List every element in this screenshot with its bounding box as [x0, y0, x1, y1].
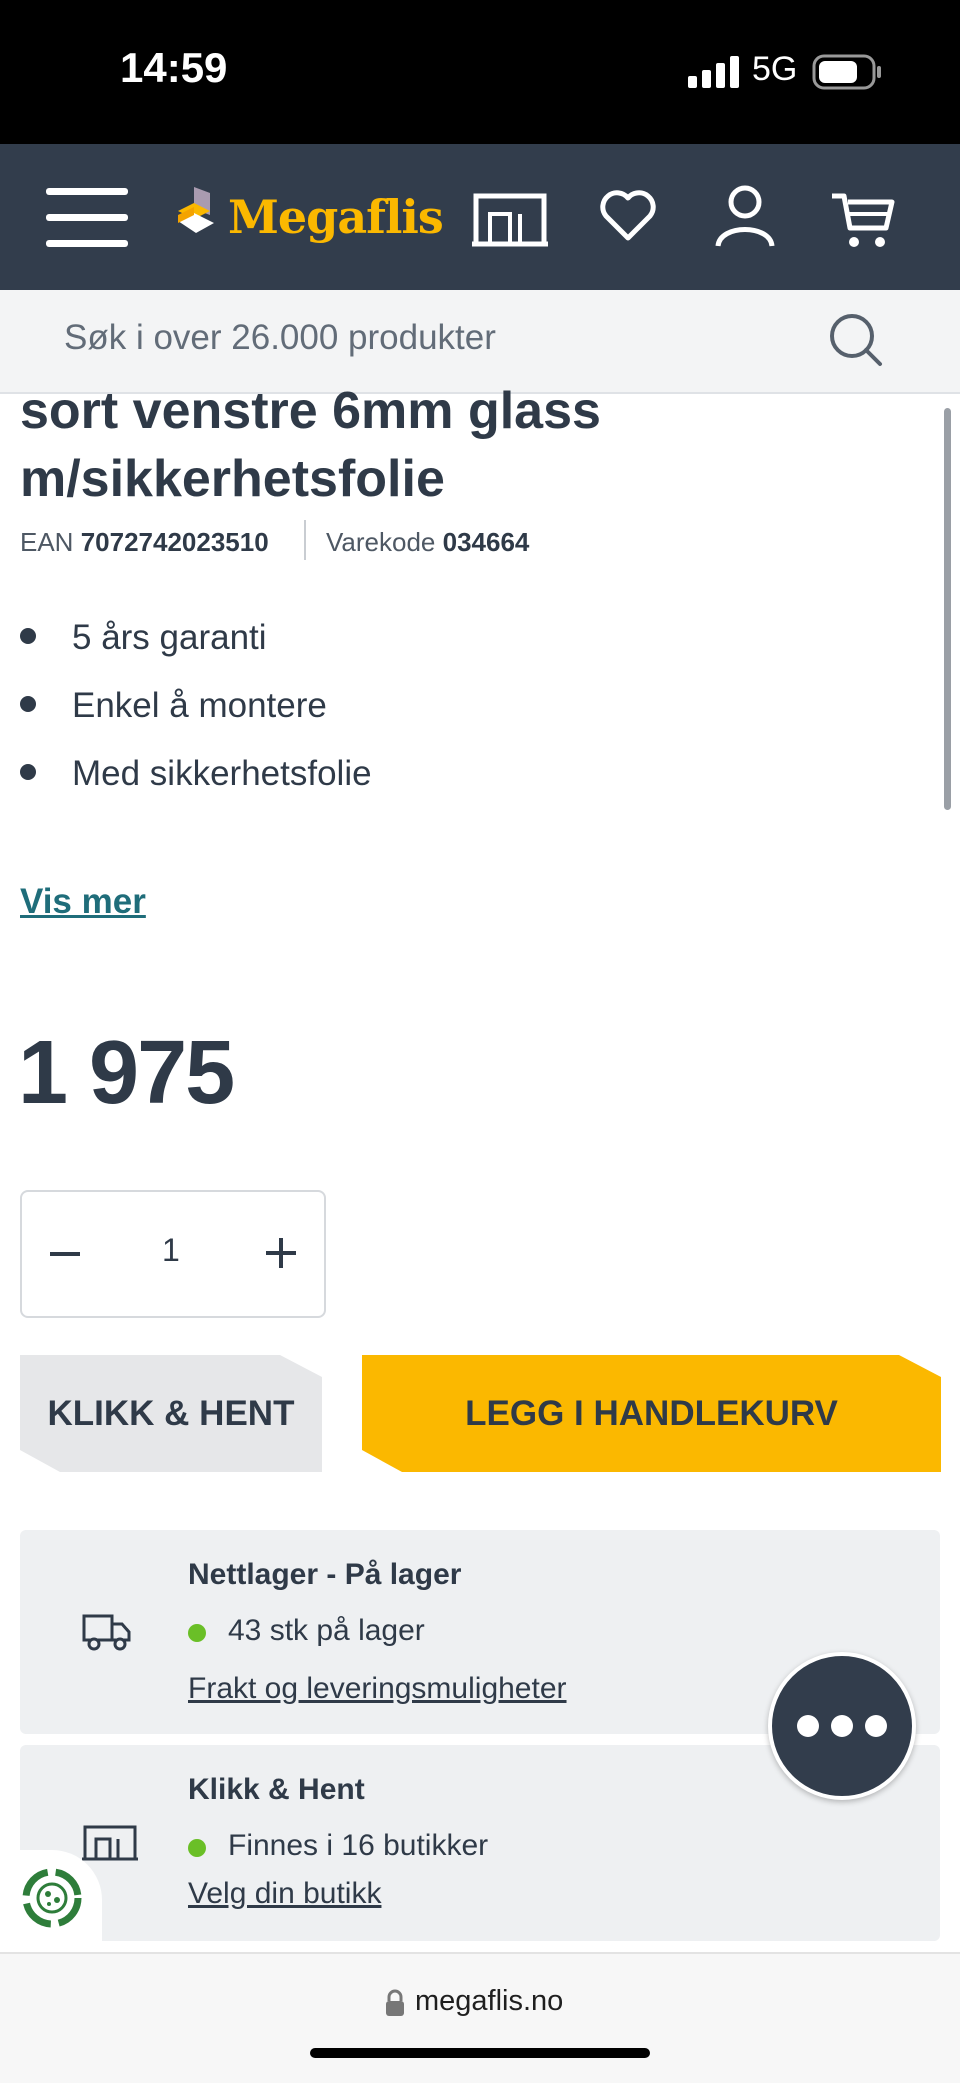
store-icon[interactable] — [472, 190, 548, 248]
battery-icon — [812, 54, 881, 90]
product-title-line-1: sort venstre 6mm glass — [20, 382, 601, 440]
home-indicator[interactable] — [310, 2048, 650, 2058]
eco-badge[interactable] — [0, 1850, 102, 1952]
menu-icon[interactable] — [46, 188, 130, 248]
status-bar: 14:59 5G — [0, 0, 960, 144]
search-icon[interactable] — [828, 312, 884, 368]
scrollbar[interactable] — [944, 408, 951, 810]
ean-label: EAN — [20, 527, 74, 557]
product-ean: EAN 7072742023510 — [20, 527, 269, 558]
choose-store-link[interactable]: Velg din butikk — [188, 1877, 381, 1911]
product-price: 1 975 — [18, 1023, 235, 1123]
lock-icon — [386, 1989, 404, 2016]
online-stock-status: 43 stk på lager — [228, 1614, 425, 1647]
chat-button[interactable] — [768, 1652, 916, 1800]
store-stock-title: Klikk & Hent — [188, 1773, 365, 1806]
in-stock-dot — [188, 1624, 206, 1642]
click-collect-button[interactable]: KLIKK & HENT — [20, 1355, 322, 1472]
code-value: 034664 — [442, 527, 530, 557]
more-dots-icon — [797, 1715, 887, 1737]
add-to-cart-button[interactable]: LEGG I HANDLEKURV — [362, 1355, 941, 1472]
online-stock-title: Nettlager - På lager — [188, 1558, 462, 1591]
site-logo[interactable]: Megaflis — [174, 182, 444, 252]
store-icon — [82, 1825, 138, 1861]
bullet-icon — [20, 695, 36, 712]
quantity-value[interactable]: 1 — [162, 1232, 180, 1269]
quantity-stepper: 1 — [20, 1190, 326, 1318]
product-code: Varekode 034664 — [326, 527, 529, 558]
show-more-link[interactable]: Vis mer — [20, 882, 146, 922]
signal-icon — [688, 56, 739, 88]
ean-value: 7072742023510 — [80, 527, 269, 557]
logo-text: Megaflis — [228, 190, 444, 244]
cart-icon[interactable] — [830, 186, 896, 252]
meta-divider — [304, 520, 306, 560]
in-stock-dot — [188, 1839, 206, 1857]
logo-mark-icon — [178, 187, 214, 233]
search-input[interactable]: Søk i over 26.000 produkter — [64, 318, 496, 358]
site-header: Megaflis — [0, 144, 960, 290]
recycle-icon — [22, 1868, 82, 1928]
user-icon[interactable] — [714, 184, 776, 248]
truck-icon — [82, 1614, 131, 1651]
store-stock-status: Finnes i 16 butikker — [228, 1829, 489, 1862]
shipping-options-link[interactable]: Frakt og leveringsmuligheter — [188, 1672, 567, 1706]
product-title-line-2: m/sikkerhetsfolie — [20, 450, 445, 508]
add-to-cart-label: LEGG I HANDLEKURV — [465, 1393, 838, 1433]
heart-icon[interactable] — [600, 190, 656, 242]
code-label: Varekode — [326, 527, 436, 557]
status-time: 14:59 — [120, 44, 228, 91]
bullet-icon — [20, 627, 36, 644]
feature-item: Enkel å montere — [20, 686, 327, 726]
browser-url[interactable]: megaflis.no — [415, 1985, 563, 2018]
click-collect-label: KLIKK & HENT — [47, 1393, 295, 1433]
feature-item: Med sikkerhetsfolie — [20, 754, 372, 794]
feature-item: 5 års garanti — [20, 618, 267, 658]
plus-icon[interactable] — [264, 1236, 298, 1270]
network-type: 5G — [752, 50, 798, 88]
bullet-icon — [20, 763, 36, 780]
minus-icon[interactable] — [48, 1242, 82, 1266]
